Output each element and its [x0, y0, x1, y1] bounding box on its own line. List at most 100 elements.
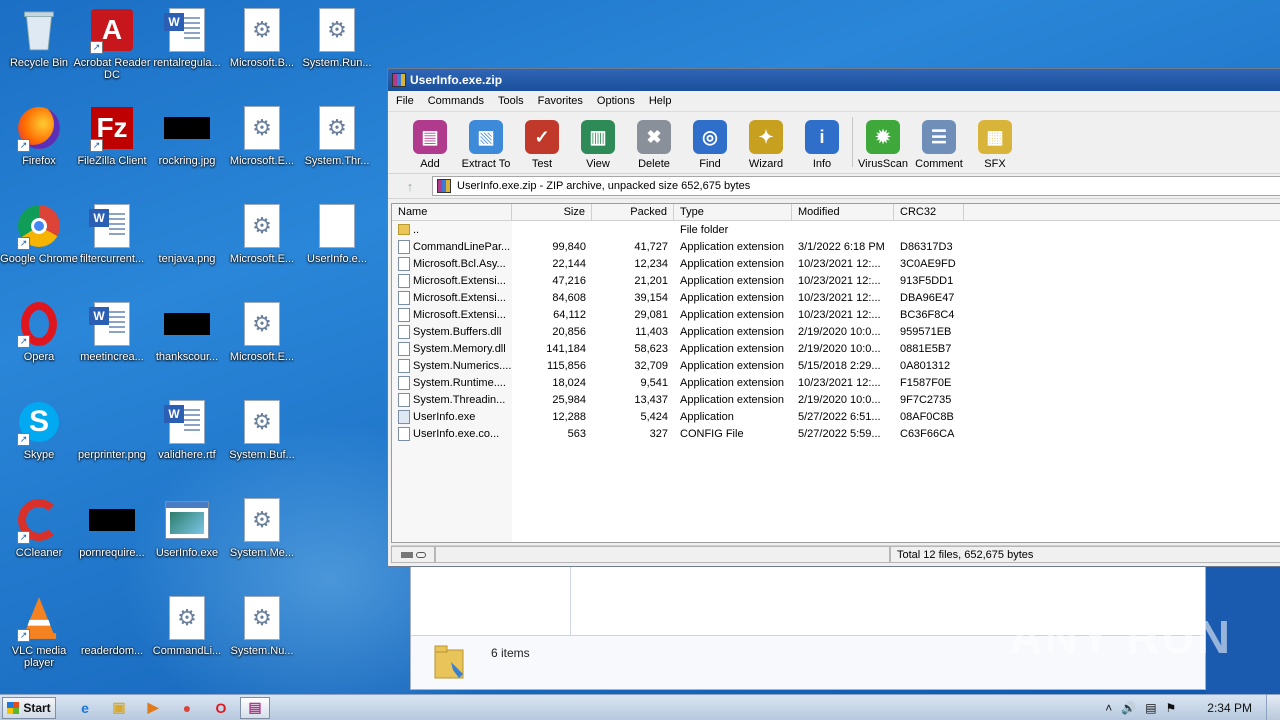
desktop-icon[interactable]: thankscour... [148, 300, 226, 363]
show-hidden-icons[interactable]: ˄ [1105, 701, 1112, 715]
desktop-icon[interactable]: perprinter.png [73, 398, 151, 461]
desktop-icon[interactable]: A ↗ Acrobat Reader DC [73, 6, 151, 81]
info-button[interactable]: i Info [794, 120, 850, 173]
table-row[interactable]: UserInfo.exe 12,288 5,424 Application 5/27/2… [392, 408, 1280, 425]
desktop-icon[interactable]: ⚙ System.Thr... [298, 104, 376, 167]
desktop-icon[interactable]: ⚙ Microsoft.E... [223, 104, 301, 167]
file-name: Microsoft.Extensi... [413, 274, 506, 287]
action-center-flag-icon[interactable]: ⚑ [1166, 701, 1177, 715]
title-bar[interactable]: UserInfo.exe.zip [388, 69, 1280, 91]
desktop-icon[interactable]: ⚙ System.Nu... [223, 594, 301, 657]
table-row[interactable]: .. File folder [392, 221, 1280, 238]
table-row[interactable]: Microsoft.Extensi... 47,216 21,201 Applicat… [392, 272, 1280, 289]
volume-icon[interactable]: 🔊 [1121, 701, 1136, 715]
file-explorer-icon[interactable]: ▣ [104, 697, 134, 719]
column-header-packed[interactable]: Packed [592, 204, 674, 220]
desktop-icon[interactable]: ⚙ System.Run... [298, 6, 376, 69]
cell-crc: C63F66CA [900, 427, 955, 440]
desktop-icon[interactable]: ↗ Opera [0, 300, 78, 363]
table-row[interactable]: System.Runtime.... 18,024 9,541 Application… [392, 374, 1280, 391]
desktop-icon[interactable]: ⚙ Microsoft.E... [223, 202, 301, 265]
table-row[interactable]: System.Threadin... 25,984 13,437 Applicatio… [392, 391, 1280, 408]
desktop-icon[interactable]: S ↗ Skype [0, 398, 78, 461]
winrar-window[interactable]: UserInfo.exe.zip File Commands Tools Favori… [387, 68, 1280, 567]
file-rows: .. File folder CommandLinePar... 99,840 41,7… [392, 221, 1280, 442]
drive-key-icons[interactable] [391, 546, 435, 563]
desktop-icon[interactable]: Wfiltercurrent... [73, 202, 151, 265]
desktop-icon[interactable]: Wmeetincrea... [73, 300, 151, 363]
toolbar-label: VirusScan [858, 158, 908, 170]
desktop-icon[interactable]: Fz ↗ FileZilla Client [73, 104, 151, 167]
clock[interactable]: 2:34 PM [1207, 701, 1252, 715]
sfx-button[interactable]: ▦ SFX [967, 120, 1023, 173]
desktop-icon[interactable]: Wvalidhere.rtf [148, 398, 226, 461]
up-arrow-icon[interactable]: ↑ [388, 179, 432, 194]
wizard-button[interactable]: ✦ Wizard [738, 120, 794, 173]
test-button[interactable]: ✓ Test [514, 120, 570, 173]
archive-path[interactable]: UserInfo.exe.zip - ZIP archive, unpacked… [432, 176, 1280, 196]
desktop-icon[interactable]: ↗ VLC media player [0, 594, 78, 669]
desktop-icon[interactable]: Wrentalregula... [148, 6, 226, 69]
table-row[interactable]: Microsoft.Extensi... 64,112 29,081 Applicat… [392, 306, 1280, 323]
desktop-icon-label: CCleaner [15, 547, 63, 559]
internet-explorer-icon[interactable]: e [70, 697, 100, 719]
extract-to-button[interactable]: ▧ Extract To [458, 120, 514, 173]
table-row[interactable]: CommandLinePar... 99,840 41,727 Application… [392, 238, 1280, 255]
desktop-icon[interactable]: tenjava.png [148, 202, 226, 265]
table-row[interactable]: UserInfo.exe.co... 563 327 CONFIG File 5/27/… [392, 425, 1280, 442]
comment-button[interactable]: ☰ Comment [911, 120, 967, 173]
media-player-icon[interactable]: ▶ [138, 697, 168, 719]
virus-scan-icon: ✹ [866, 120, 900, 154]
desktop-icon[interactable]: pornrequire... [73, 496, 151, 559]
desktop-icon[interactable]: ⚙ System.Buf... [223, 398, 301, 461]
desktop-icon[interactable]: UserInfo.e... [298, 202, 376, 265]
desktop-icon[interactable]: UserInfo.exe [148, 496, 226, 559]
table-row[interactable]: System.Memory.dll 141,184 58,623 Applicatio… [392, 340, 1280, 357]
black-image-icon [163, 300, 211, 348]
table-row[interactable]: Microsoft.Extensi... 84,608 39,154 Applicat… [392, 289, 1280, 306]
table-row[interactable]: System.Buffers.dll 20,856 11,403 Applicatio… [392, 323, 1280, 340]
find-button[interactable]: ◎ Find [682, 120, 738, 173]
desktop-icon[interactable]: readerdom... [73, 594, 151, 657]
table-row[interactable]: Microsoft.Bcl.Asy... 22,144 12,234 Applicat… [392, 255, 1280, 272]
cell-packed: 12,234 [634, 257, 668, 270]
menu-help[interactable]: Help [641, 95, 678, 107]
desktop-icon[interactable]: ↗ Google Chrome [0, 202, 78, 265]
desktop-icon[interactable]: ⚙ CommandLi... [148, 594, 226, 657]
chrome-icon[interactable]: ● [172, 697, 202, 719]
desktop-icon-label: Opera [23, 351, 55, 363]
desktop-icon[interactable]: ⚙ System.Me... [223, 496, 301, 559]
desktop-icon[interactable]: ⚙ Microsoft.B... [223, 6, 301, 69]
show-desktop-button[interactable] [1266, 695, 1280, 720]
opera-icon[interactable]: O [206, 697, 236, 719]
cell-packed: 41,727 [634, 240, 668, 253]
view-button[interactable]: ▥ View [570, 120, 626, 173]
column-header-crc32[interactable]: CRC32 [894, 204, 964, 220]
desktop-icon[interactable]: Recycle Bin [0, 6, 78, 69]
network-icon[interactable]: ▤ [1145, 701, 1156, 715]
zip-archive-icon [437, 179, 451, 193]
desktop-icon-label: Firefox [22, 155, 56, 167]
desktop-icon[interactable]: ↗ CCleaner [0, 496, 78, 559]
winrar-icon[interactable]: ▤ [240, 696, 270, 719]
virusscan-button[interactable]: ✹ VirusScan [855, 120, 911, 173]
start-button[interactable]: Start [2, 696, 56, 719]
menu-commands[interactable]: Commands [420, 95, 490, 107]
menu-favorites[interactable]: Favorites [530, 95, 589, 107]
file-list[interactable]: Name Size Packed Type Modified CRC32 .. File f… [391, 203, 1280, 543]
desktop-icon[interactable]: ⚙ Microsoft.E... [223, 300, 301, 363]
column-header-type[interactable]: Type [674, 204, 792, 220]
desktop-icon[interactable]: ↗ Firefox [0, 104, 78, 167]
column-header-name[interactable]: Name [392, 204, 512, 220]
menu-tools[interactable]: Tools [490, 95, 530, 107]
delete-button[interactable]: ✖ Delete [626, 120, 682, 173]
desktop-icon[interactable]: rockring.jpg [148, 104, 226, 167]
add-button[interactable]: ▤ Add [402, 120, 458, 173]
table-row[interactable]: System.Numerics.... 115,856 32,709 Applicat… [392, 357, 1280, 374]
toolbar-label: Comment [915, 158, 963, 170]
menu-options[interactable]: Options [589, 95, 641, 107]
column-header-modified[interactable]: Modified [792, 204, 894, 220]
column-header-size[interactable]: Size [512, 204, 592, 220]
desktop-icon-label: pornrequire... [79, 547, 145, 559]
menu-file[interactable]: File [388, 95, 420, 107]
